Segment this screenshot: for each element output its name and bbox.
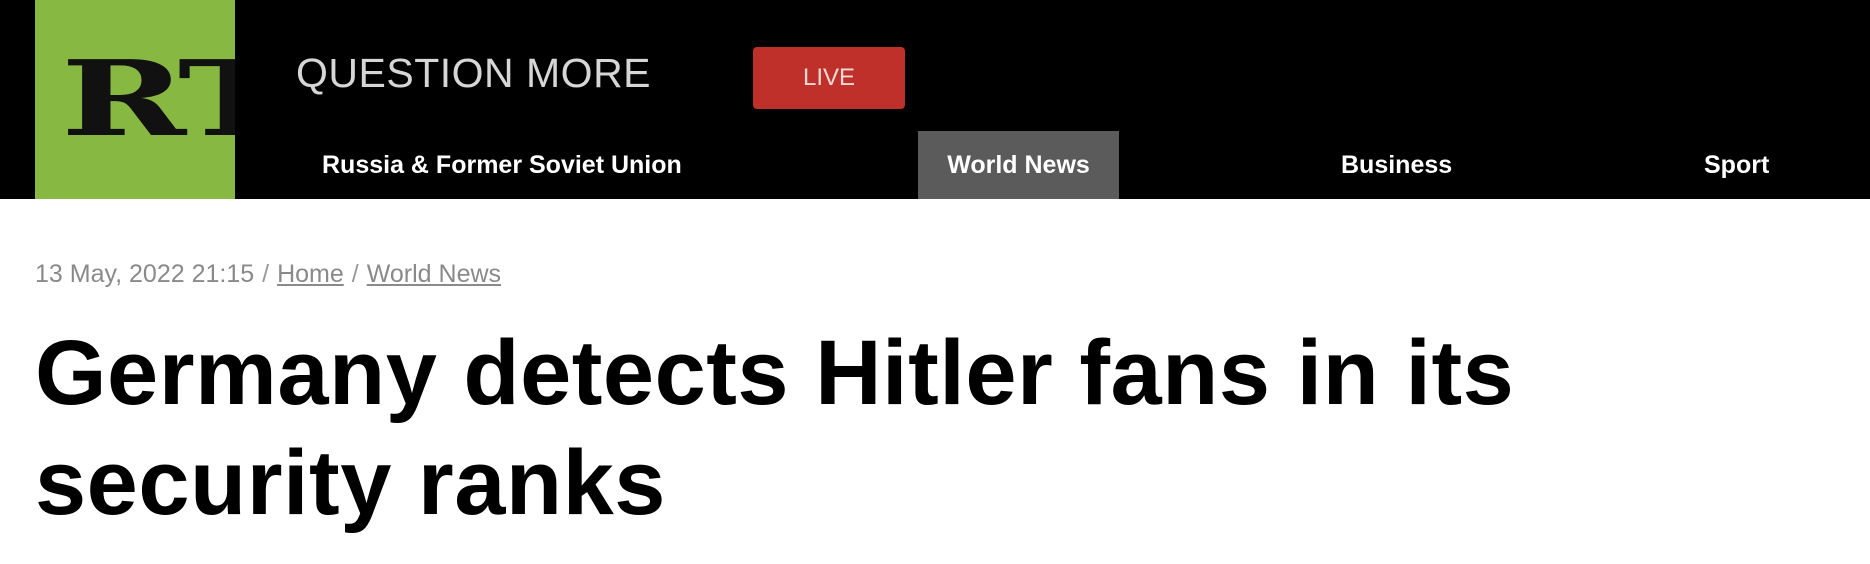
breadcrumb-home-link[interactable]: Home	[277, 260, 344, 288]
site-slogan: QUESTION MORE	[296, 50, 652, 96]
publish-datetime: 13 May, 2022 21:15	[35, 260, 255, 288]
nav-item-world-news[interactable]: World News	[918, 131, 1119, 199]
main-nav: Russia & Former Soviet Union World News …	[0, 131, 1870, 199]
live-button[interactable]: LIVE	[753, 47, 905, 109]
breadcrumb-separator: /	[262, 260, 270, 288]
article-meta: 13 May, 2022 21:15/Home / World News	[35, 262, 501, 287]
breadcrumb-separator: /	[351, 260, 359, 288]
nav-item-russia-former-soviet-union[interactable]: Russia & Former Soviet Union	[322, 131, 682, 199]
article-headline: Germany detects Hitler fans in its secur…	[35, 322, 1515, 534]
nav-item-business[interactable]: Business	[1341, 131, 1452, 199]
nav-item-sport[interactable]: Sport	[1704, 131, 1769, 199]
breadcrumb-world-news-link[interactable]: World News	[367, 260, 501, 288]
site-header: RT QUESTION MORE LIVE Russia & Former So…	[0, 0, 1870, 199]
